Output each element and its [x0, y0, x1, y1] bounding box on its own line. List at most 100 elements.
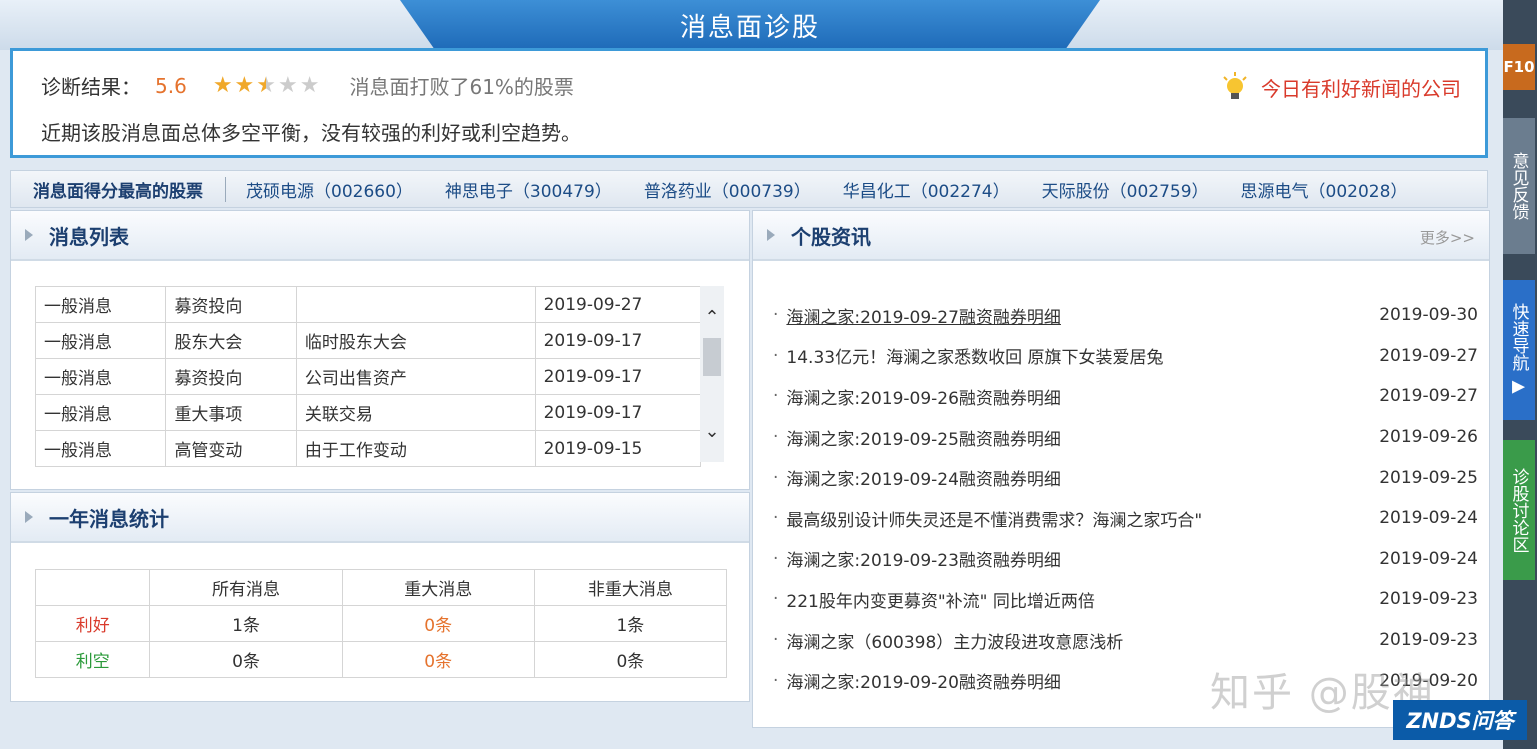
- bullet-icon: ·: [773, 427, 779, 448]
- list-item[interactable]: · 最高级别设计师失灵还是不懂消费需求？海澜之家巧合" 2019-09-24: [773, 498, 1478, 539]
- news-title[interactable]: 海澜之家:2019-09-24融资融券明细: [786, 465, 1061, 490]
- diagnosis-summary-row: 诊断结果： 5.6 ★ ★ ★ ★ ★ 消息面打败了61%的股票: [41, 71, 574, 100]
- top-stock-link[interactable]: 普洛药业（000739）: [644, 177, 811, 202]
- stock-news-title: 个股资讯: [791, 224, 871, 249]
- news-title[interactable]: 海澜之家:2019-09-25融资融券明细: [786, 425, 1061, 450]
- top-stock-link[interactable]: 天际股份（002759）: [1042, 177, 1209, 202]
- f10-tab[interactable]: F10: [1503, 44, 1535, 90]
- triangle-icon: [25, 229, 33, 241]
- news-date: 2019-09-26: [1379, 427, 1478, 448]
- table-row[interactable]: 一般消息 股东大会 临时股东大会 2019-09-17: [34, 322, 702, 359]
- more-news-link[interactable]: 更多>>: [1420, 227, 1475, 248]
- star-icon: ★: [234, 72, 255, 98]
- top-stock-link[interactable]: 思源电气（002028）: [1241, 177, 1408, 202]
- star-icon: ★: [256, 72, 277, 98]
- diagnosis-description: 近期该股消息面总体多空平衡，没有较强的利好或利空趋势。: [41, 121, 581, 145]
- news-title[interactable]: 海澜之家:2019-09-23融资融券明细: [786, 546, 1061, 571]
- table-cell: 募资投向: [165, 358, 297, 395]
- table-cell: 2019-09-27: [534, 286, 702, 323]
- main-window: 消息面诊股 诊断结果： 5.6 ★ ★ ★ ★ ★ 消息面打败了61%的股票 近期该股消…: [0, 0, 1503, 749]
- message-list-scrollbar[interactable]: ⌃ ⌄: [700, 286, 724, 462]
- top-scored-stocks-title: 消息面得分最高的股票: [11, 176, 226, 202]
- table-row: 利好 1条 0条 1条: [34, 605, 728, 642]
- list-item[interactable]: · 海澜之家:2019-09-24融资融券明细 2019-09-25: [773, 457, 1478, 498]
- table-cell: 由于工作变动: [295, 430, 536, 467]
- star-icon: ★: [278, 72, 298, 98]
- bullet-icon: ·: [773, 589, 779, 610]
- star-icon: ★: [212, 72, 233, 98]
- news-date: 2019-09-23: [1379, 589, 1478, 610]
- triangle-icon: [767, 229, 775, 241]
- diagnosis-label: 诊断结果：: [41, 75, 141, 99]
- news-date: 2019-09-27: [1379, 345, 1478, 366]
- stock-news-header: 个股资讯 更多>>: [753, 211, 1489, 261]
- good-news-companies-link[interactable]: 今日有利好新闻的公司: [1221, 71, 1461, 103]
- table-cell: 募资投向: [165, 286, 297, 323]
- chevron-up-icon[interactable]: ⌃: [700, 306, 724, 330]
- top-stock-link[interactable]: 华昌化工（002274）: [843, 177, 1010, 202]
- bullet-icon: ·: [773, 630, 779, 651]
- table-cell: 一般消息: [34, 394, 167, 431]
- table-row[interactable]: 一般消息 高管变动 由于工作变动 2019-09-15: [34, 430, 702, 467]
- table-cell: 0条: [341, 605, 535, 642]
- list-item[interactable]: · 221股年内变更募资"补流" 同比增近两倍 2019-09-23: [773, 579, 1478, 620]
- table-cell: 一般消息: [34, 322, 167, 359]
- news-date: 2019-09-27: [1379, 386, 1478, 407]
- discussion-tab[interactable]: 诊股讨论区: [1503, 440, 1535, 580]
- news-title[interactable]: 海澜之家:2019-09-20融资融券明细: [786, 668, 1061, 693]
- list-item[interactable]: · 海澜之家:2019-09-27融资融券明细 2019-09-30: [773, 295, 1478, 336]
- table-row[interactable]: 一般消息 募资投向 公司出售资产 2019-09-17: [34, 358, 702, 395]
- table-cell: 2019-09-17: [534, 358, 702, 395]
- table-header-cell: 所有消息: [149, 569, 343, 606]
- table-cell: 公司出售资产: [295, 358, 536, 395]
- side-tab-bar: F10 意见反馈 快速导航 ▶ 诊股讨论区: [1503, 0, 1537, 749]
- top-scored-stocks-bar: 消息面得分最高的股票 茂硕电源（002660） 神思电子（300479） 普洛药…: [10, 170, 1488, 208]
- stock-news-list: · 海澜之家:2019-09-27融资融券明细 2019-09-30 · 14.33亿元…: [773, 295, 1478, 701]
- bullet-icon: ·: [773, 386, 779, 407]
- table-header-cell: [34, 569, 151, 606]
- table-row[interactable]: 一般消息 募资投向 2019-09-27: [34, 286, 702, 323]
- scrollbar-thumb[interactable]: [703, 338, 721, 376]
- table-cell: 一般消息: [34, 286, 167, 323]
- list-item[interactable]: · 海澜之家:2019-09-26融资融券明细 2019-09-27: [773, 376, 1478, 417]
- news-date: 2019-09-24: [1379, 508, 1478, 529]
- news-title[interactable]: 最高级别设计师失灵还是不懂消费需求？海澜之家巧合": [786, 506, 1202, 531]
- bullet-icon: ·: [773, 345, 779, 366]
- list-item[interactable]: · 14.33亿元！海澜之家悉数收回 原旗下女装爱居兔 2019-09-27: [773, 336, 1478, 377]
- news-title[interactable]: 221股年内变更募资"补流" 同比增近两倍: [786, 587, 1095, 612]
- table-cell: 2019-09-15: [534, 430, 702, 467]
- table-cell: [295, 286, 536, 323]
- table-cell: 一般消息: [34, 430, 167, 467]
- table-cell: 利空: [34, 641, 151, 678]
- list-item[interactable]: · 海澜之家（600398）主力波段进攻意愿浅析 2019-09-23: [773, 620, 1478, 661]
- feedback-tab[interactable]: 意见反馈: [1503, 118, 1535, 254]
- quick-nav-tab[interactable]: 快速导航 ▶: [1503, 280, 1535, 420]
- bullet-icon: ·: [773, 670, 779, 691]
- news-date: 2019-09-25: [1379, 467, 1478, 488]
- table-cell: 股东大会: [165, 322, 297, 359]
- table-cell: 0条: [341, 641, 535, 678]
- table-cell: 2019-09-17: [534, 394, 702, 431]
- list-item[interactable]: · 海澜之家:2019-09-23融资融券明细 2019-09-24: [773, 539, 1478, 580]
- star-icon: ★: [299, 72, 320, 98]
- top-stock-link[interactable]: 神思电子（300479）: [445, 177, 612, 202]
- news-title[interactable]: 海澜之家（600398）主力波段进攻意愿浅析: [786, 628, 1123, 653]
- table-cell: 高管变动: [165, 430, 297, 467]
- message-table: 一般消息 募资投向 2019-09-27 一般消息 股东大会 临时股东大会 2019-09-…: [34, 286, 702, 467]
- message-list-panel: 消息列表 一般消息 募资投向 2019-09-27 一般消息 股东大会 临时股东大会 201…: [10, 210, 750, 490]
- chevron-down-icon[interactable]: ⌄: [700, 420, 724, 444]
- lightbulb-icon: [1223, 72, 1247, 99]
- news-title[interactable]: 海澜之家:2019-09-27融资融券明细: [786, 303, 1061, 328]
- news-title[interactable]: 14.33亿元！海澜之家悉数收回 原旗下女装爱居兔: [786, 343, 1163, 368]
- triangle-icon: [25, 511, 33, 523]
- table-cell: 1条: [149, 605, 343, 642]
- table-cell: 一般消息: [34, 358, 167, 395]
- message-list-title: 消息列表: [49, 224, 129, 249]
- news-title[interactable]: 海澜之家:2019-09-26融资融券明细: [786, 384, 1061, 409]
- year-stats-panel: 一年消息统计 所有消息 重大消息 非重大消息 利好 1条 0条 1条 利空 0条 0条 0条: [10, 492, 750, 702]
- list-item[interactable]: · 海澜之家:2019-09-25融资融券明细 2019-09-26: [773, 417, 1478, 458]
- table-header-row: 所有消息 重大消息 非重大消息: [34, 569, 728, 606]
- table-row[interactable]: 一般消息 重大事项 关联交易 2019-09-17: [34, 394, 702, 431]
- year-stats-header: 一年消息统计: [11, 493, 749, 543]
- top-stock-link[interactable]: 茂硕电源（002660）: [246, 177, 413, 202]
